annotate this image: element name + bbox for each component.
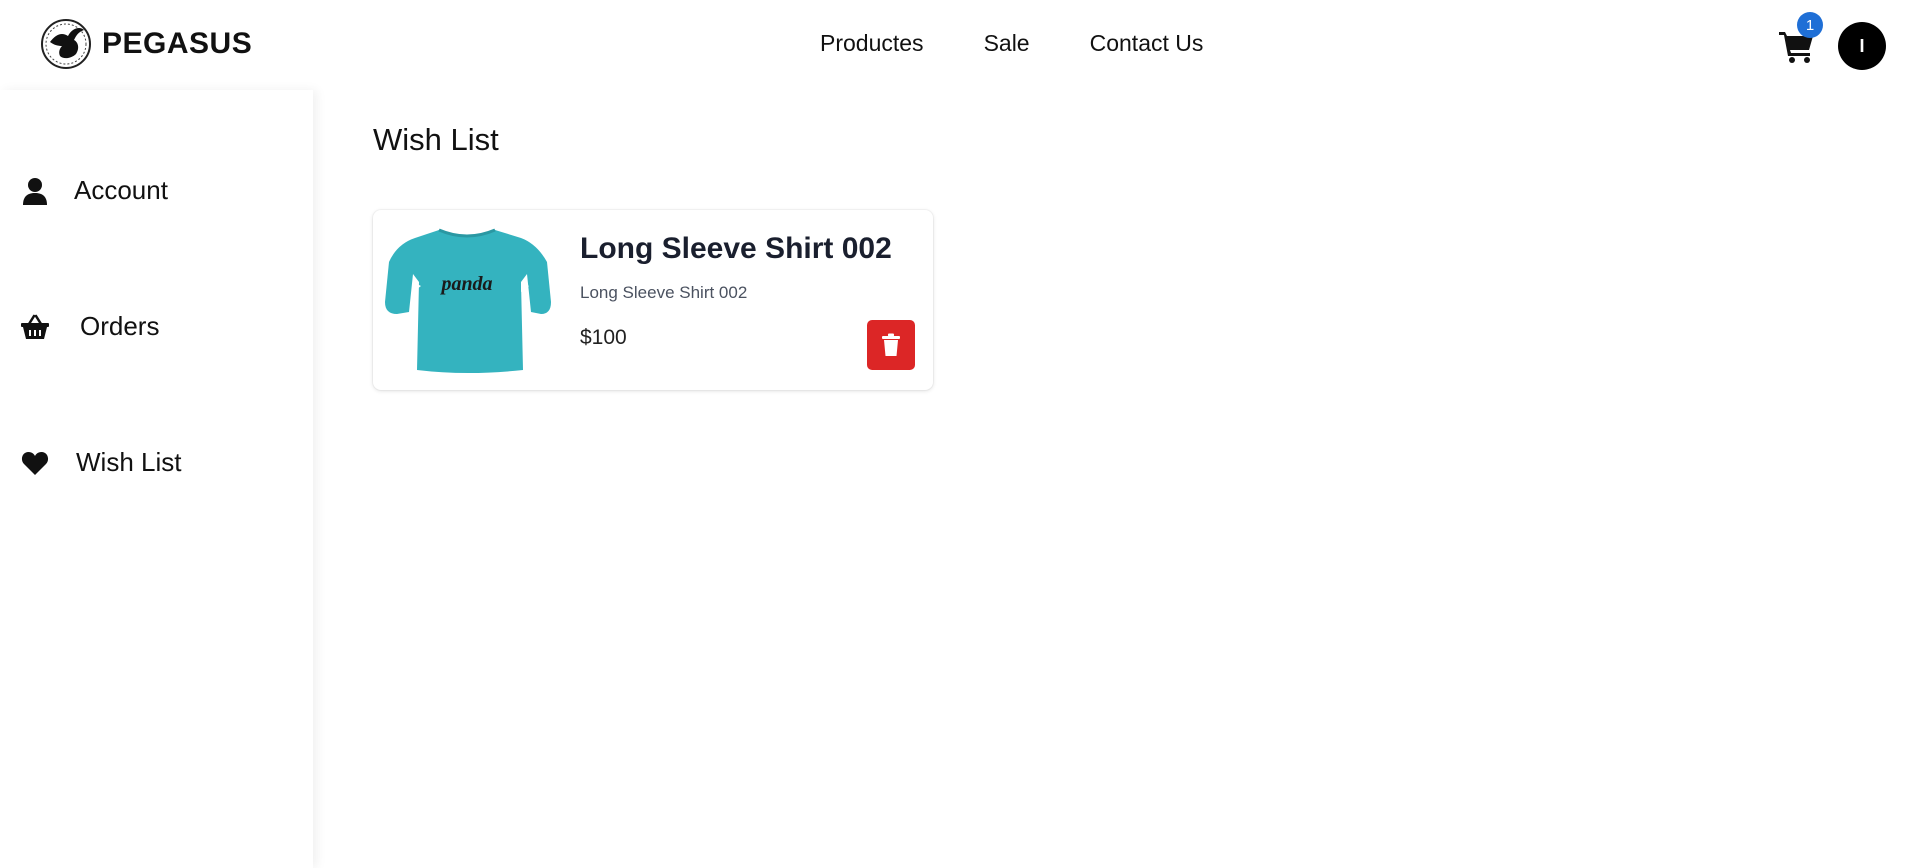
account-sidebar: Account Orders Wish List xyxy=(0,90,313,868)
basket-icon xyxy=(20,312,50,342)
wishlist-item-card: panda Long Sleeve Shirt 002 Long Sleeve … xyxy=(373,210,933,390)
product-print-text: panda xyxy=(439,273,492,295)
product-image[interactable]: panda xyxy=(381,222,553,377)
product-description: Long Sleeve Shirt 002 xyxy=(580,283,748,302)
nav-link-sale[interactable]: Sale xyxy=(984,30,1030,57)
sidebar-item-label: Orders xyxy=(80,311,160,341)
cart-count-badge: 1 xyxy=(1797,12,1823,38)
sidebar-item-label: Account xyxy=(74,175,168,205)
heart-icon xyxy=(20,448,50,478)
brand-name: PEGASUS xyxy=(102,27,253,60)
sidebar-item-label: Wish List xyxy=(76,447,182,477)
user-avatar[interactable]: I xyxy=(1838,22,1886,70)
sidebar-item-account[interactable]: Account xyxy=(20,175,168,206)
main-nav: Productes Sale Contact Us xyxy=(820,30,1203,57)
product-name[interactable]: Long Sleeve Shirt 002 xyxy=(580,232,892,266)
product-price: $100 xyxy=(580,326,627,349)
remove-from-wishlist-button[interactable] xyxy=(867,320,915,370)
user-icon xyxy=(20,176,50,206)
brand[interactable]: PEGASUS xyxy=(40,18,252,70)
sidebar-item-wish-list[interactable]: Wish List xyxy=(20,447,181,478)
pegasus-logo xyxy=(41,19,91,69)
nav-link-contact-us[interactable]: Contact Us xyxy=(1090,30,1204,57)
trash-icon xyxy=(882,333,900,356)
nav-link-productes[interactable]: Productes xyxy=(820,30,924,57)
page-title: Wish List xyxy=(373,122,499,157)
top-header: PEGASUS Productes Sale Contact Us 1 I xyxy=(0,0,1920,90)
sidebar-item-orders[interactable]: Orders xyxy=(20,311,159,342)
